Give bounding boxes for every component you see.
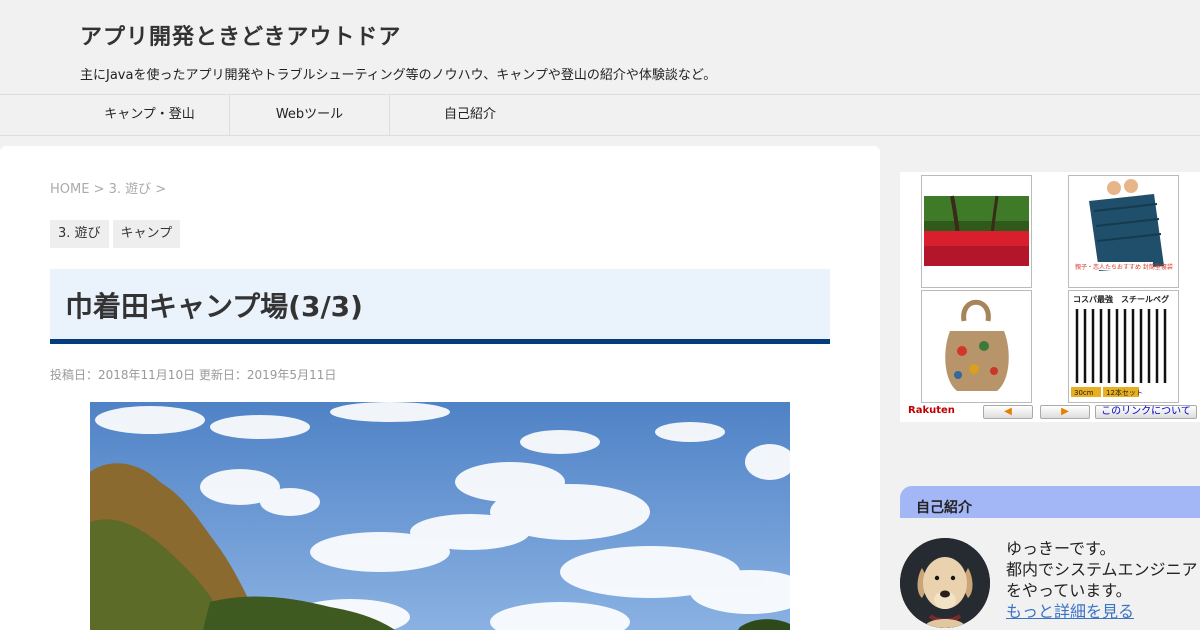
entry-dates: 投稿日：2018年11月10日 更新日：2019年5月11日	[50, 368, 337, 382]
flower-field-image	[922, 176, 1031, 287]
ad-item-drawstring-bag[interactable]	[921, 290, 1032, 403]
profile-more-link[interactable]: もっと詳細を見る	[1006, 601, 1200, 622]
category-tags: 3. 遊び キャンプ	[50, 220, 184, 248]
profile-line-2: 都内でシステムエンジニア	[1006, 560, 1198, 579]
ad-about-link-button[interactable]: このリンクについて	[1095, 405, 1197, 419]
category-tag-asobi[interactable]: 3. 遊び	[50, 220, 109, 248]
ad4-caption-b1: 30cm	[1074, 389, 1094, 397]
site-title[interactable]: アプリ開発ときどきアウトドア	[80, 19, 401, 51]
profile-text: ゆっきーです。 都内でシステムエンジニア をやっています。 もっと詳細を見る	[1006, 538, 1200, 622]
ad-item-sleeping-bag[interactable]: 親子・恋人たちおすすめ 封筒型寝袋	[1068, 175, 1179, 288]
ad2-caption: 親子・恋人たちおすすめ 封筒型寝袋	[1075, 263, 1173, 271]
profile-line-1: ゆっきーです。	[1006, 539, 1116, 558]
rakuten-logo[interactable]: Rakuten	[908, 405, 955, 416]
profile-heading-text: 自己紹介	[916, 500, 972, 516]
entry-title: 巾着田キャンプ場(3/3)	[65, 290, 363, 323]
avatar	[900, 538, 990, 628]
ad-item-flower-poster[interactable]	[921, 175, 1032, 288]
breadcrumb-separator: >	[89, 182, 109, 197]
rakuten-ad-widget: 親子・恋人たちおすすめ 封筒型寝袋 コスパ最強 スチールペグ 30cm 12本セ…	[900, 172, 1200, 422]
sleeping-bag-image: 親子・恋人たちおすすめ 封筒型寝袋	[1069, 176, 1178, 287]
drawstring-bag-image	[922, 291, 1031, 402]
ad4-caption-top: コスパ最強 スチールペグ	[1073, 294, 1169, 304]
global-nav: キャンプ・登山 Webツール 自己紹介	[0, 94, 1200, 136]
breadcrumb-separator: >	[151, 182, 167, 197]
profile-widget-heading: 自己紹介	[900, 486, 1200, 518]
steel-pegs-image: コスパ最強 スチールペグ 30cm 12本セット	[1069, 291, 1178, 402]
site-header: アプリ開発ときどきアウトドア 主にJavaを使ったアプリ開発やトラブルシューティ…	[0, 0, 1200, 94]
breadcrumb: HOME > 3. 遊び >	[50, 178, 166, 197]
nav-item-webtool[interactable]: Webツール	[230, 95, 390, 135]
category-tag-camp[interactable]: キャンプ	[112, 220, 181, 248]
profile-line-3: をやっています。	[1006, 581, 1132, 600]
breadcrumb-home[interactable]: HOME	[50, 182, 89, 197]
ad-next-button[interactable]: ▶	[1040, 405, 1090, 419]
breadcrumb-category[interactable]: 3. 遊び	[109, 182, 152, 197]
dog-avatar-image	[900, 538, 990, 628]
ad-prev-button[interactable]: ◀	[983, 405, 1033, 419]
eyecatch-image	[90, 402, 790, 630]
nav-item-camp[interactable]: キャンプ・登山	[70, 95, 230, 135]
sidebar: 親子・恋人たちおすすめ 封筒型寝袋 コスパ最強 スチールペグ 30cm 12本セ…	[880, 136, 1200, 630]
nav-item-profile[interactable]: 自己紹介	[390, 95, 550, 135]
site-description: 主にJavaを使ったアプリ開発やトラブルシューティング等のノウハウ、キャンプや登…	[80, 68, 717, 83]
entry-title-box: 巾着田キャンプ場(3/3)	[50, 269, 830, 344]
main-content: HOME > 3. 遊び > 3. 遊び キャンプ 巾着田キャンプ場(3/3) …	[0, 146, 880, 630]
sky-landscape-photo	[90, 402, 790, 630]
ad4-caption-b2: 12本セット	[1106, 388, 1143, 397]
ad-item-steel-pegs[interactable]: コスパ最強 スチールペグ 30cm 12本セット	[1068, 290, 1179, 403]
